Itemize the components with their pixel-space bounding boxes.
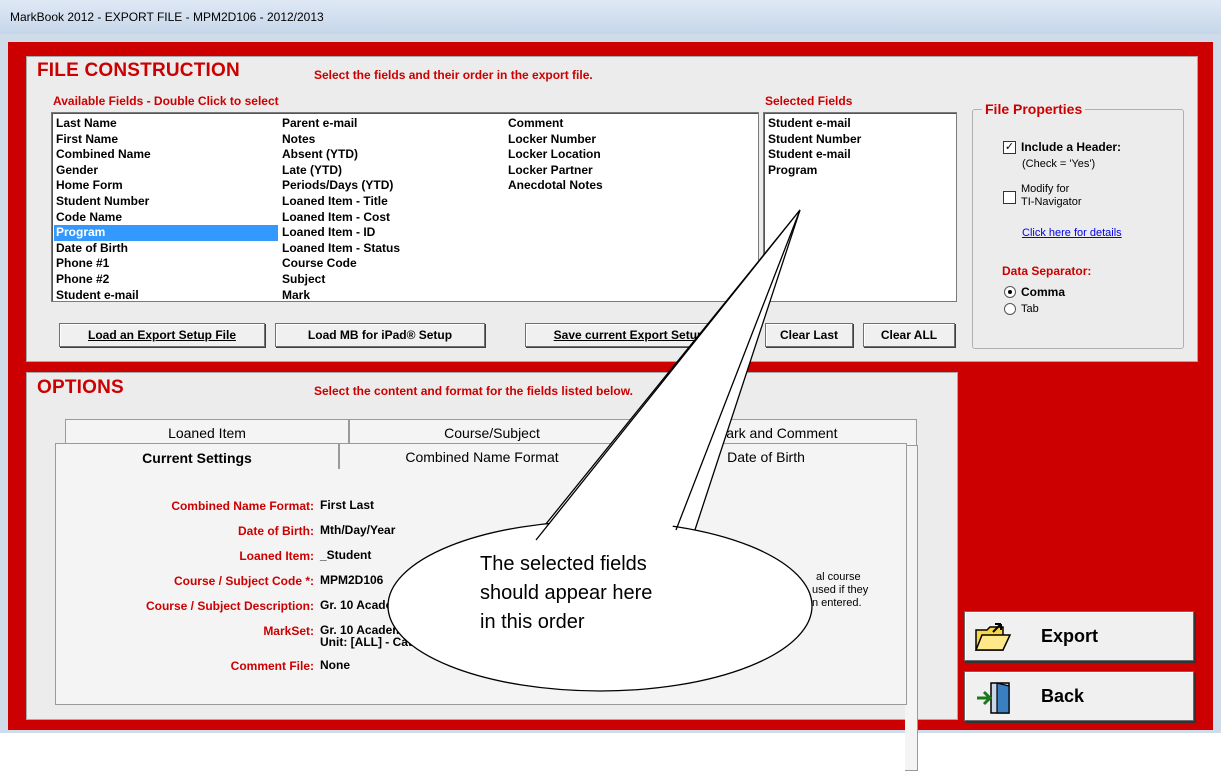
callout-text: The selected fields should appear here i…: [480, 550, 652, 637]
callout-line3: in this order: [480, 611, 585, 633]
callout-line2: should appear here: [480, 582, 653, 604]
callout-line1: The selected fields: [480, 553, 647, 575]
